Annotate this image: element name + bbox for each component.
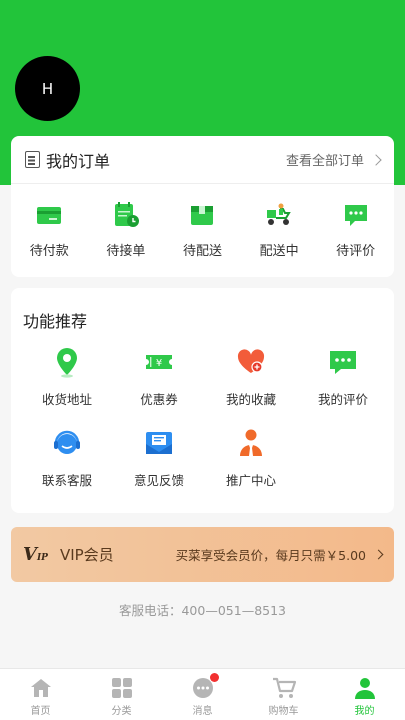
tab-home[interactable]: 首页 bbox=[0, 669, 81, 720]
svg-text:¥: ¥ bbox=[156, 358, 162, 369]
chat-bubble-icon bbox=[344, 205, 367, 226]
wallet-icon bbox=[37, 207, 62, 224]
feature-label: 我的评价 bbox=[317, 392, 368, 407]
grid-icon bbox=[111, 678, 132, 698]
feature-customer-service[interactable]: 联系客服 bbox=[21, 426, 113, 489]
feature-label: 意见反馈 bbox=[133, 473, 184, 488]
avatar[interactable]: H bbox=[15, 56, 80, 121]
chevron-right-icon bbox=[373, 549, 384, 560]
order-status-label: 待接单 bbox=[106, 244, 146, 259]
tab-label: 消息 bbox=[192, 706, 213, 717]
feature-my-reviews[interactable]: 我的评价 bbox=[297, 345, 389, 408]
headset-icon bbox=[54, 430, 80, 454]
package-icon bbox=[191, 206, 214, 225]
order-status-label: 待评价 bbox=[336, 244, 376, 259]
feature-favorites[interactable]: 我的收藏 bbox=[205, 345, 297, 408]
orders-card: 我的订单 查看全部订单 待付款 待接单 待配送 配送中 待评价 bbox=[11, 136, 394, 277]
order-status-delivering[interactable]: 配送中 bbox=[241, 184, 318, 276]
delivery-scooter-icon bbox=[267, 203, 291, 225]
orders-header: 我的订单 查看全部订单 bbox=[11, 136, 394, 184]
order-status-pending-delivery[interactable]: 待配送 bbox=[164, 184, 241, 276]
order-status-label: 配送中 bbox=[259, 244, 299, 259]
tab-messages[interactable]: 消息 bbox=[162, 669, 243, 720]
vip-title: VIP会员 bbox=[59, 546, 114, 564]
feature-label: 我的收藏 bbox=[225, 392, 276, 407]
feature-label: 联系客服 bbox=[41, 473, 92, 488]
order-status-label: 待付款 bbox=[29, 244, 69, 259]
order-status-pending-payment[interactable]: 待付款 bbox=[11, 184, 88, 276]
avatar-initial: H bbox=[41, 79, 54, 98]
view-all-orders-label: 查看全部订单 bbox=[285, 154, 364, 169]
features-card: 功能推荐 收货地址 ¥ 优惠券 我的收藏 我的评价 联系客服 意见反馈 推广中心 bbox=[11, 288, 394, 513]
features-grid: 收货地址 ¥ 优惠券 我的收藏 我的评价 联系客服 意见反馈 推广中心 bbox=[11, 345, 394, 489]
heart-icon bbox=[237, 349, 265, 373]
order-status-label: 待配送 bbox=[182, 244, 222, 259]
tab-label: 首页 bbox=[30, 706, 51, 717]
tab-label: 我的 bbox=[354, 706, 375, 717]
unread-badge bbox=[209, 673, 219, 682]
coupon-icon: ¥ bbox=[146, 355, 172, 369]
feature-address[interactable]: 收货地址 bbox=[21, 345, 113, 408]
calendar-clock-icon bbox=[114, 202, 139, 227]
home-icon bbox=[30, 679, 51, 697]
orders-title: 我的订单 bbox=[46, 151, 111, 171]
vip-logo: VIP bbox=[23, 544, 48, 565]
order-status-row: 待付款 待接单 待配送 配送中 待评价 bbox=[11, 184, 394, 276]
location-pin-icon bbox=[57, 348, 77, 378]
feature-coupon[interactable]: ¥ 优惠券 bbox=[113, 345, 205, 408]
document-icon bbox=[25, 151, 40, 168]
features-title: 功能推荐 bbox=[23, 312, 88, 331]
comment-icon bbox=[330, 351, 356, 374]
tab-label: 购物车 bbox=[268, 706, 299, 717]
tab-category[interactable]: 分类 bbox=[81, 669, 162, 720]
user-icon bbox=[354, 678, 375, 699]
feature-label: 推广中心 bbox=[225, 473, 276, 488]
order-status-pending-review[interactable]: 待评价 bbox=[317, 184, 394, 276]
agent-person-icon bbox=[240, 429, 262, 456]
feature-promotion-center[interactable]: 推广中心 bbox=[205, 426, 297, 489]
bottom-tab-bar: 首页 分类 消息 购物车 我的 bbox=[0, 668, 405, 720]
feature-feedback[interactable]: 意见反馈 bbox=[113, 426, 205, 489]
view-all-orders-link[interactable]: 查看全部订单 bbox=[285, 150, 382, 169]
feedback-mail-icon bbox=[146, 432, 172, 454]
cart-icon bbox=[272, 677, 296, 698]
tab-mine[interactable]: 我的 bbox=[324, 669, 405, 720]
tab-cart[interactable]: 购物车 bbox=[243, 669, 324, 720]
vip-banner[interactable]: VIP VIP会员 买菜享受会员价，每月只需￥5.00 bbox=[11, 527, 394, 582]
vip-description: 买菜享受会员价，每月只需￥5.00 bbox=[175, 548, 366, 563]
feature-label: 优惠券 bbox=[140, 392, 178, 407]
service-hotline[interactable]: 客服电话：400—051—8513 bbox=[0, 600, 405, 619]
feature-label: 收货地址 bbox=[41, 392, 92, 407]
order-status-pending-accept[interactable]: 待接单 bbox=[88, 184, 165, 276]
tab-label: 分类 bbox=[111, 706, 132, 717]
chevron-right-icon bbox=[370, 153, 382, 166]
